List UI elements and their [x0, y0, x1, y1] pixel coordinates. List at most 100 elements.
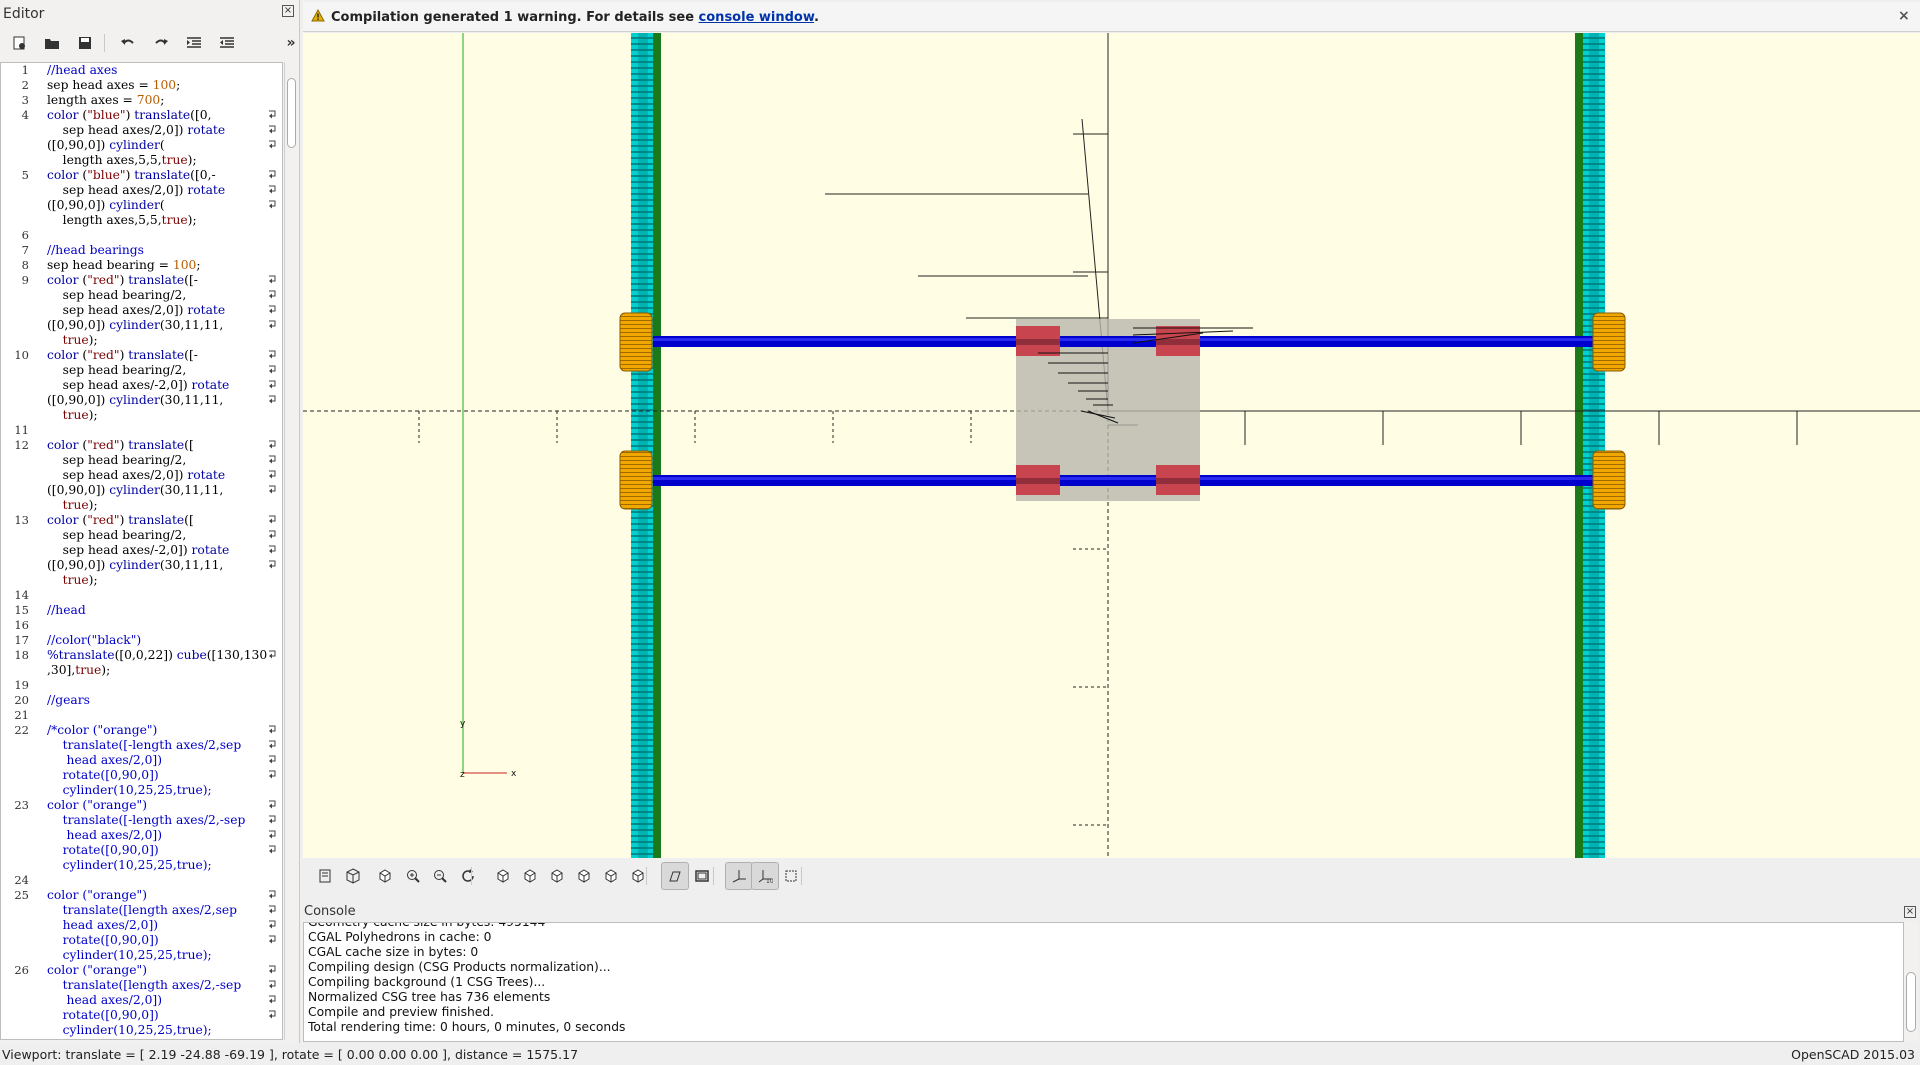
- code-line: 2 sep head axes = 100;: [1, 78, 282, 93]
- preview-icon[interactable]: [315, 866, 335, 886]
- app-version: OpenSCAD 2015.03: [1791, 1047, 1915, 1062]
- code-text: %translate([0,0,22]) cube([130,130: [47, 648, 268, 662]
- line-number: 5: [21, 168, 29, 182]
- code-text: ([0,90,0]) cylinder(30,11,11,: [47, 483, 224, 497]
- line-number: 11: [14, 423, 29, 437]
- code-text: color ("red") translate([: [47, 513, 194, 527]
- perspective-icon[interactable]: [661, 862, 689, 890]
- 3d-viewport[interactable]: y x z: [303, 33, 1920, 858]
- redo-icon[interactable]: [150, 32, 172, 54]
- show-edges-icon[interactable]: [781, 866, 801, 886]
- code-text: translate([-length axes/2,-sep: [47, 813, 246, 827]
- view-back-icon[interactable]: [628, 866, 648, 886]
- code-text: sep head bearing/2,: [47, 528, 187, 542]
- code-text: translate([length axes/2,-sep: [47, 978, 242, 992]
- line-number: 8: [21, 258, 29, 272]
- indent-icon[interactable]: [183, 32, 205, 54]
- open-file-icon[interactable]: [41, 32, 63, 54]
- code-text: ([0,90,0]) cylinder(30,11,11,: [47, 393, 224, 407]
- reset-view-icon[interactable]: [458, 866, 478, 886]
- viewport-status: Viewport: translate = [ 2.19 -24.88 -69.…: [2, 1047, 579, 1062]
- line-number: 19: [14, 678, 29, 692]
- code-text: sep head axes/2,0]) rotate: [47, 468, 226, 482]
- console-line: Compile and preview finished.: [308, 1005, 495, 1019]
- openscad-window: Editor × » 1 //head axes 2 sep head axes…: [0, 0, 1920, 1065]
- view-all-icon[interactable]: [375, 866, 395, 886]
- code-line: rotate([0,90,0]): [1, 843, 282, 858]
- editor-title: Editor: [3, 6, 45, 22]
- code-line: 14: [1, 588, 282, 603]
- code-line: 13 color ("red") translate([: [1, 513, 282, 528]
- axis-indicator: y x z: [460, 33, 517, 780]
- line-number: 25: [14, 888, 29, 902]
- zoom-out-icon[interactable]: [430, 866, 450, 886]
- line-number: 22: [14, 723, 29, 737]
- editor-close-button[interactable]: ×: [282, 5, 294, 17]
- code-text: head axes/2,0]): [47, 918, 159, 932]
- code-line: length axes,5,5,true);: [1, 213, 282, 228]
- console-line: CGAL cache size in bytes: 0: [308, 945, 479, 959]
- code-text: rotate([0,90,0]): [47, 1008, 159, 1022]
- more-icon[interactable]: »: [280, 32, 302, 54]
- line-number: 9: [21, 273, 29, 287]
- code-text: sep head bearing/2,: [47, 363, 187, 377]
- code-text: //color("black"): [47, 633, 142, 647]
- code-line: translate([length axes/2,sep: [1, 903, 282, 918]
- code-line: 19: [1, 678, 282, 693]
- line-number: 21: [14, 708, 29, 722]
- render-icon[interactable]: [343, 866, 363, 886]
- code-line: sep head axes/-2,0]) rotate: [1, 378, 282, 393]
- code-text: color ("red") translate([: [47, 438, 194, 452]
- new-file-icon[interactable]: [8, 32, 30, 54]
- z-axis-label: z: [460, 770, 465, 780]
- undo-icon[interactable]: [117, 32, 139, 54]
- line-number: 10: [14, 348, 29, 362]
- code-line: 20 //gears: [1, 693, 282, 708]
- code-line: 8 sep head bearing = 100;: [1, 258, 282, 273]
- code-line: cylinder(10,25,25,true);: [1, 783, 282, 798]
- line-number: 23: [14, 798, 29, 812]
- code-text: ,30],true);: [47, 663, 111, 677]
- line-number: 12: [14, 438, 29, 452]
- code-line: sep head axes/2,0]) rotate: [1, 183, 282, 198]
- console-output[interactable]: Geometry cache size in bytes: 495144 CGAL…: [303, 922, 1904, 1042]
- code-line: 1 //head axes: [1, 63, 282, 78]
- warning-close-button[interactable]: ×: [1898, 8, 1910, 24]
- view-top-icon[interactable]: [520, 866, 540, 886]
- code-line: 23 color ("orange"): [1, 798, 282, 813]
- show-axes-icon[interactable]: [725, 862, 753, 890]
- view-left-icon[interactable]: [574, 866, 594, 886]
- line-number: 20: [14, 693, 29, 707]
- view-bottom-icon[interactable]: [547, 866, 567, 886]
- line-number: 2: [21, 78, 29, 92]
- code-text: ([0,90,0]) cylinder(: [47, 198, 165, 212]
- console-close-button[interactable]: ×: [1904, 906, 1916, 918]
- save-file-icon[interactable]: [74, 32, 96, 54]
- code-text: head axes/2,0]): [47, 753, 163, 767]
- code-text: translate([-length axes/2,sep: [47, 738, 242, 752]
- view-front-icon[interactable]: [601, 866, 621, 886]
- orthogonal-icon[interactable]: [692, 866, 712, 886]
- code-editor[interactable]: 1 //head axes 2 sep head axes = 100; 3 length…: [0, 62, 283, 1040]
- code-line: true);: [1, 408, 282, 423]
- line-number: 17: [14, 633, 29, 647]
- right-rail: [1575, 33, 1605, 858]
- view-right-icon[interactable]: [493, 866, 513, 886]
- show-scale-icon[interactable]: 10: [751, 862, 779, 890]
- code-text: color ("blue") translate([0,-: [47, 168, 216, 182]
- code-text: //head axes: [47, 63, 118, 77]
- code-text: true);: [62, 408, 98, 422]
- unindent-icon[interactable]: [216, 32, 238, 54]
- code-line: true);: [1, 573, 282, 588]
- editor-scrollbar[interactable]: [284, 62, 297, 1040]
- y-axis-label: y: [460, 719, 466, 729]
- editor-panel: Editor × » 1 //head axes 2 sep head axes…: [0, 0, 300, 1043]
- code-text: true);: [62, 333, 98, 347]
- viewport-toolbar: 10: [303, 858, 1920, 894]
- code-line: length axes,5,5,true);: [1, 153, 282, 168]
- zoom-in-icon[interactable]: [403, 866, 423, 886]
- console-scrollbar[interactable]: [1904, 922, 1918, 1042]
- code-line: 7 //head bearings: [1, 243, 282, 258]
- code-text: cylinder(10,25,25,true);: [47, 783, 212, 797]
- console-window-link[interactable]: console window: [699, 10, 815, 25]
